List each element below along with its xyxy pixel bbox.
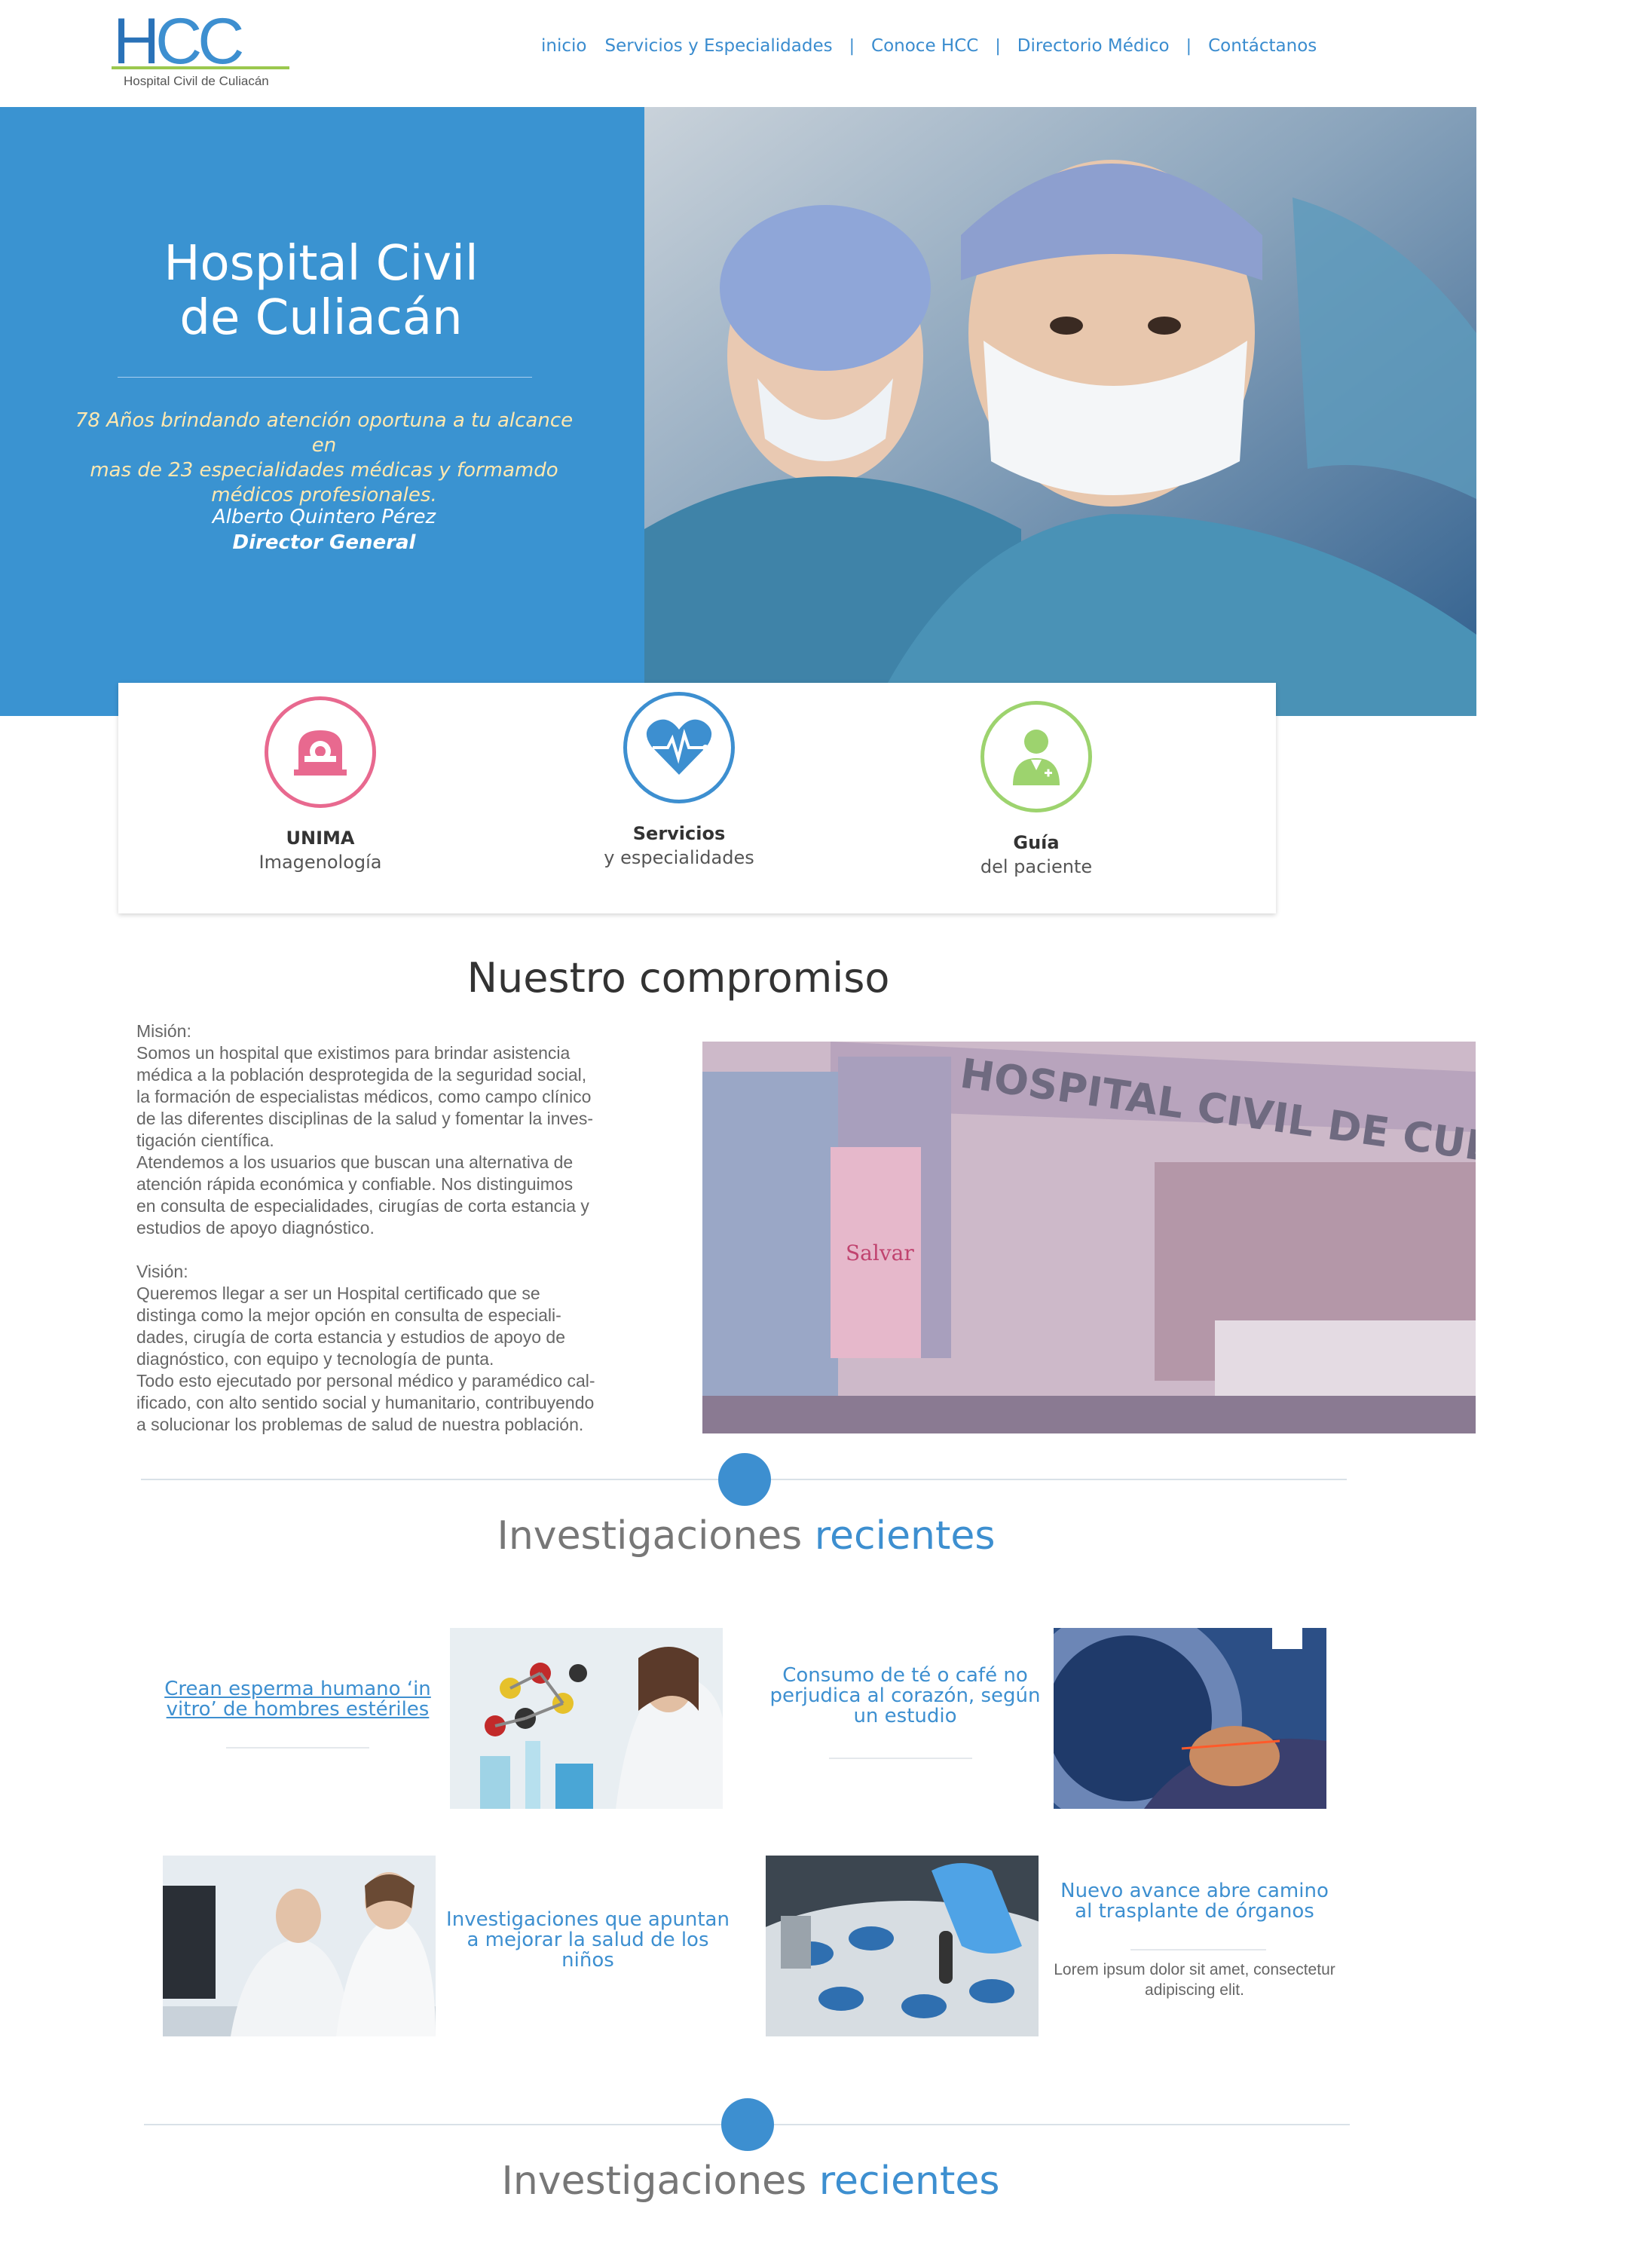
post-thumb-lab-molecule[interactable]: [450, 1628, 723, 1809]
hero-surgeon-photo: [644, 107, 1476, 716]
hero-divider: [118, 377, 532, 378]
director-role: Director General: [232, 531, 416, 554]
post-excerpt: Lorem ipsum dolor sit amet, consectetur …: [1054, 1961, 1335, 1999]
nav-servicios[interactable]: Servicios y Especialidades: [604, 36, 832, 56]
mri-scanner-icon: [265, 696, 376, 808]
mission-label: Misión:: [136, 1021, 191, 1041]
nav-separator: |: [849, 36, 855, 56]
post-rule: [226, 1747, 369, 1749]
nav-contactanos[interactable]: Contáctanos: [1208, 36, 1317, 56]
logo-subtitle: Hospital Civil de Culiacán: [124, 74, 269, 88]
investigations-title-repeat: Investigaciones recientes: [501, 2159, 1000, 2204]
main-nav: inicio Servicios y Especialidades | Cono…: [541, 36, 1317, 56]
nav-separator: |: [995, 36, 1001, 56]
mission-vision-text: Misión: Somos un hospital que existimos p…: [136, 1020, 634, 1436]
heart-pulse-icon: [623, 692, 735, 803]
quick-link-subtitle: y especialidades: [604, 847, 754, 868]
post-title-salud-ninos[interactable]: Investigaciones que apuntan a mejorar la…: [445, 1910, 731, 1971]
logo-letters: HCC: [113, 5, 244, 78]
nav-conoce-hcc[interactable]: Conoce HCC: [871, 36, 978, 56]
quick-link-subtitle: del paciente: [980, 856, 1093, 877]
commitment-title: Nuestro compromiso: [467, 954, 890, 1002]
post-thumb-scanner[interactable]: [1054, 1628, 1326, 1809]
divider-dot: [718, 1453, 771, 1506]
salvar-banner: Salvar: [846, 1241, 914, 1265]
post-rule: [829, 1758, 972, 1759]
nav-inicio[interactable]: inicio: [541, 36, 586, 56]
director-name: Alberto Quintero Pérez: [212, 506, 436, 528]
hero-title: Hospital Civil de Culiacán: [164, 236, 479, 346]
post-title-esperma[interactable]: Crean esperma humano ‘in vitro’ de hombr…: [151, 1679, 445, 1720]
divider-dot: [721, 2098, 774, 2151]
quick-link-guia[interactable]: Guía del paciente: [916, 701, 1157, 877]
quick-link-unima[interactable]: UNIMA Imagenología: [200, 696, 441, 873]
quick-link-subtitle: Imagenología: [259, 852, 382, 873]
hero-tagline: 78 Años brindando atención oportuna a tu…: [75, 409, 574, 506]
post-title-te-cafe[interactable]: Consumo de té o café no perjudica al cor…: [766, 1666, 1045, 1727]
hospital-building-photo: HOSPITAL CIVIL DE CULIACAN Salvar: [702, 1042, 1476, 1433]
post-thumb-centrifuge[interactable]: [766, 1856, 1039, 2036]
mission-text: Somos un hospital que existimos para bri…: [136, 1043, 593, 1238]
post-title-trasplante[interactable]: Nuevo avance abre camino al trasplante d…: [1055, 1881, 1334, 1922]
nav-directorio-medico[interactable]: Directorio Médico: [1017, 36, 1170, 56]
vision-text: Queremos llegar a ser un Hospital certif…: [136, 1284, 595, 1434]
quick-link-servicios[interactable]: Servicios y especialidades: [558, 692, 800, 868]
quick-link-title: Guía: [1013, 832, 1060, 853]
vision-label: Visión:: [136, 1262, 188, 1281]
quick-links-card: UNIMA Imagenología Servicios y especiali…: [118, 683, 1276, 913]
hcc-logo[interactable]: HCC Hospital Civil de Culiacán: [112, 9, 292, 92]
logo-underline: [112, 66, 289, 69]
post-thumb-lab-scientists[interactable]: [163, 1856, 436, 2036]
doctor-icon: [980, 701, 1092, 812]
nav-separator: |: [1185, 36, 1192, 56]
investigations-title: Investigaciones recientes: [497, 1513, 996, 1559]
post-rule: [1130, 1949, 1266, 1951]
quick-link-title: Servicios: [632, 823, 726, 844]
quick-link-title: UNIMA: [286, 828, 355, 849]
